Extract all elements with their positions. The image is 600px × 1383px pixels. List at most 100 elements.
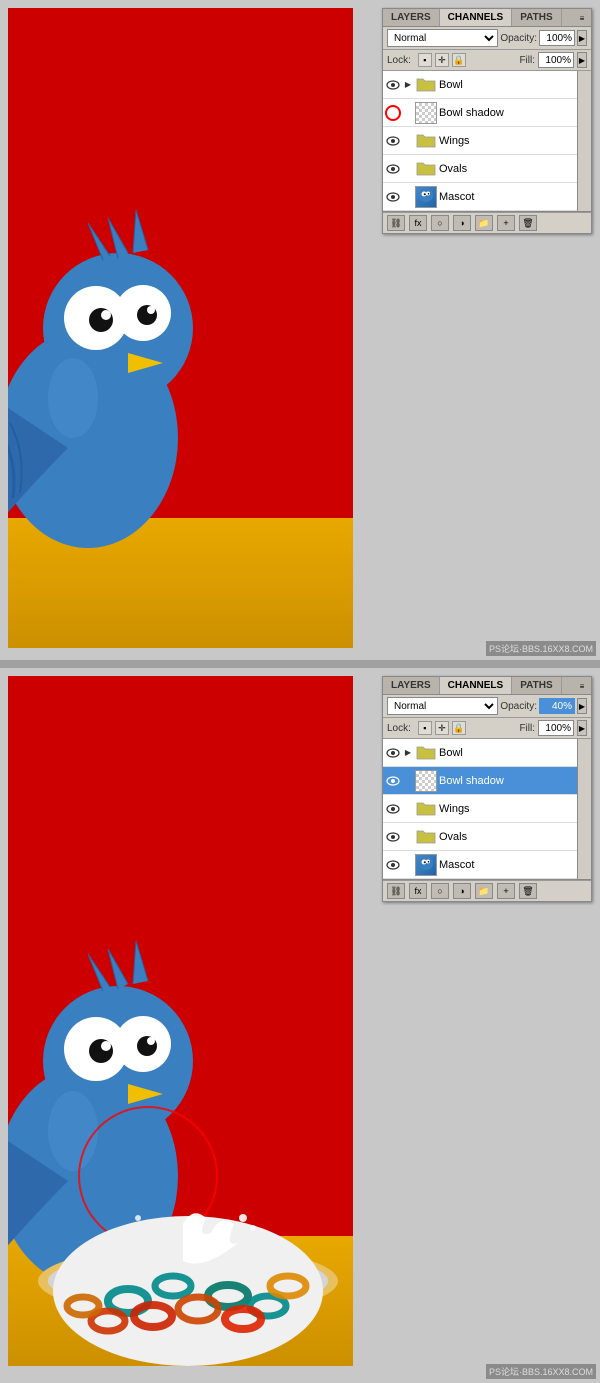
- panel-tabs-2: LAYERS CHANNELS PATHS ≡: [383, 677, 591, 695]
- layer-item-bowl-1[interactable]: ▶ Bowl: [383, 71, 591, 99]
- layers-panel-2: LAYERS CHANNELS PATHS ≡ Normal Opacity: …: [382, 676, 592, 902]
- layer-name-mascot-1: Mascot: [439, 191, 589, 203]
- canvas-background-1: [8, 8, 353, 648]
- add-adjustment-button-2[interactable]: ◑: [453, 883, 471, 899]
- layer-name-ovals-1: Ovals: [439, 163, 589, 175]
- layer-thumb-shadow-1: [415, 102, 437, 124]
- folder-thumb-ovals-1: [415, 158, 437, 180]
- panel-menu-button-2[interactable]: ≡: [575, 679, 589, 693]
- add-style-button-2[interactable]: fx: [409, 883, 427, 899]
- eye-icon-mascot-1[interactable]: [385, 189, 401, 205]
- eye-icon-bowl-shadow-1[interactable]: [385, 105, 401, 121]
- layer-name-ovals-2: Ovals: [439, 831, 589, 843]
- layer-item-bowl-2[interactable]: ▶ Bowl: [383, 739, 591, 767]
- tab-layers-2[interactable]: LAYERS: [383, 677, 440, 694]
- layer-item-ovals-1[interactable]: ▶ Ovals: [383, 155, 591, 183]
- folder-thumb-wings-1: [415, 130, 437, 152]
- layers-list-2: ▶ Bowl Bowl shadow ▶: [383, 739, 591, 880]
- layer-item-ovals-2[interactable]: ▶ Ovals: [383, 823, 591, 851]
- blend-mode-select-2[interactable]: Normal: [387, 697, 498, 715]
- folder-thumb-bowl-1: [415, 74, 437, 96]
- layer-name-bowl-1: Bowl: [439, 79, 589, 91]
- tab-channels-2[interactable]: CHANNELS: [440, 677, 513, 694]
- opacity-label-2: Opacity:: [500, 701, 537, 712]
- tab-layers-1[interactable]: LAYERS: [383, 9, 440, 26]
- panel-bottom-bar-1: ⛓ fx ○ ◑ 📁 + 🗑: [383, 212, 591, 233]
- fill-input-2[interactable]: [538, 720, 574, 736]
- blend-mode-select-1[interactable]: Normal: [387, 29, 498, 47]
- tab-paths-2[interactable]: PATHS: [512, 677, 561, 694]
- layer-name-bowl-2: Bowl: [439, 747, 589, 759]
- layer-item-bowl-shadow-2[interactable]: Bowl shadow: [383, 767, 591, 795]
- blend-opacity-row-2: Normal Opacity: ▶: [383, 695, 591, 718]
- eye-icon-bowl-shadow-2[interactable]: [385, 773, 401, 789]
- layer-arrow-bowl-1[interactable]: ▶: [403, 77, 413, 93]
- opacity-arrow-2[interactable]: ▶: [577, 698, 587, 714]
- layer-thumb-mascot-1: [415, 186, 437, 208]
- opacity-label-1: Opacity:: [500, 33, 537, 44]
- panel-bottom-bar-2: ⛓ fx ○ ◑ 📁 + 🗑: [383, 880, 591, 901]
- opacity-arrow-1[interactable]: ▶: [577, 30, 587, 46]
- layer-name-mascot-2: Mascot: [439, 859, 589, 871]
- delete-layer-button-2[interactable]: 🗑: [519, 883, 537, 899]
- lock-all-icon-1[interactable]: 🔒: [452, 53, 466, 67]
- layer-thumb-mascot-2: [415, 854, 437, 876]
- fill-label-2: Fill:: [519, 723, 535, 734]
- layer-scrollbar-1[interactable]: [577, 71, 591, 211]
- add-folder-button-1[interactable]: 📁: [475, 215, 493, 231]
- layer-name-wings-1: Wings: [439, 135, 589, 147]
- lock-position-icon-1[interactable]: ✛: [435, 53, 449, 67]
- fill-input-1[interactable]: [538, 52, 574, 68]
- canvas-area-2: LAYERS CHANNELS PATHS ≡ Normal Opacity: …: [0, 668, 600, 1383]
- fill-arrow-2[interactable]: ▶: [577, 720, 587, 736]
- layers-list-1: ▶ Bowl Bowl shadow ▶: [383, 71, 591, 212]
- lock-fill-row-2: Lock: ▪ ✛ 🔒 Fill: ▶: [383, 718, 591, 739]
- eye-icon-bowl-1[interactable]: [385, 77, 401, 93]
- layer-name-shadow-1: Bowl shadow: [439, 107, 589, 119]
- layer-arrow-shadow-2[interactable]: [403, 773, 413, 789]
- add-mask-button-2[interactable]: ○: [431, 883, 449, 899]
- layer-arrow-shadow-1[interactable]: [403, 105, 413, 121]
- lock-pixels-icon-1[interactable]: ▪: [418, 53, 432, 67]
- panel-menu-button-1[interactable]: ≡: [575, 11, 589, 25]
- fill-label-1: Fill:: [519, 55, 535, 66]
- add-mask-button-1[interactable]: ○: [431, 215, 449, 231]
- layer-item-bowl-shadow-1[interactable]: Bowl shadow: [383, 99, 591, 127]
- canvas-background-2: [8, 676, 353, 1366]
- layer-item-mascot-1[interactable]: ▶ Mascot: [383, 183, 591, 211]
- layer-item-wings-2[interactable]: ▶ Wings: [383, 795, 591, 823]
- link-layers-button-2[interactable]: ⛓: [387, 883, 405, 899]
- eye-icon-bowl-2[interactable]: [385, 745, 401, 761]
- tab-channels-1[interactable]: CHANNELS: [440, 9, 513, 26]
- delete-layer-button-1[interactable]: 🗑: [519, 215, 537, 231]
- red-circle-indicator-1: [385, 105, 401, 121]
- panel-tabs-1: LAYERS CHANNELS PATHS ≡: [383, 9, 591, 27]
- eye-icon-wings-1[interactable]: [385, 133, 401, 149]
- opacity-input-2[interactable]: [539, 698, 575, 714]
- layer-arrow-bowl-2[interactable]: ▶: [403, 745, 413, 761]
- eye-icon-ovals-1[interactable]: [385, 161, 401, 177]
- layer-item-wings-1[interactable]: ▶ Wings: [383, 127, 591, 155]
- layer-item-mascot-2[interactable]: ▶ Mascot: [383, 851, 591, 879]
- add-style-button-1[interactable]: fx: [409, 215, 427, 231]
- bowl-svg-2: [28, 1206, 348, 1366]
- eye-icon-ovals-2[interactable]: [385, 829, 401, 845]
- lock-position-icon-2[interactable]: ✛: [435, 721, 449, 735]
- eye-icon-wings-2[interactable]: [385, 801, 401, 817]
- add-folder-button-2[interactable]: 📁: [475, 883, 493, 899]
- opacity-input-1[interactable]: [539, 30, 575, 46]
- add-adjustment-button-1[interactable]: ◑: [453, 215, 471, 231]
- link-layers-button-1[interactable]: ⛓: [387, 215, 405, 231]
- layer-scrollbar-2[interactable]: [577, 739, 591, 879]
- fill-arrow-1[interactable]: ▶: [577, 52, 587, 68]
- tab-paths-1[interactable]: PATHS: [512, 9, 561, 26]
- lock-all-icon-2[interactable]: 🔒: [452, 721, 466, 735]
- folder-thumb-ovals-2: [415, 826, 437, 848]
- layer-thumb-shadow-2: [415, 770, 437, 792]
- eye-icon-mascot-2[interactable]: [385, 857, 401, 873]
- watermark-1: PS论坛·BBS.16XX8.COM: [486, 641, 596, 656]
- layer-name-wings-2: Wings: [439, 803, 589, 815]
- lock-pixels-icon-2[interactable]: ▪: [418, 721, 432, 735]
- add-layer-button-1[interactable]: +: [497, 215, 515, 231]
- add-layer-button-2[interactable]: +: [497, 883, 515, 899]
